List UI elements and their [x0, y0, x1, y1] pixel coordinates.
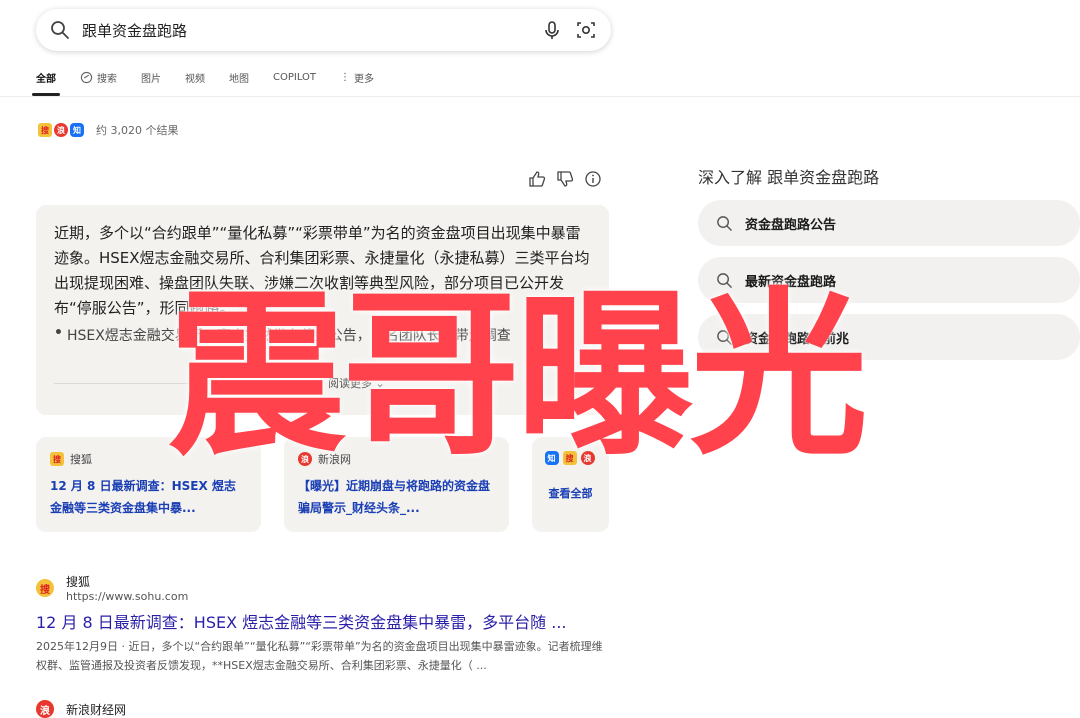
tab-all[interactable]: 全部	[32, 66, 60, 96]
tab-maps[interactable]: 地图	[229, 66, 249, 88]
related-search-item[interactable]: 资金盘跑路的前兆	[698, 314, 1080, 360]
sohu-icon: 搜	[38, 123, 52, 137]
sohu-favicon: 搜	[36, 579, 54, 597]
sina-favicon: 浪	[36, 700, 54, 718]
read-more-label: 阅读更多	[328, 377, 372, 390]
citation-badge[interactable]: 搜狐	[238, 300, 271, 317]
related-search-label: 资金盘跑路公告	[745, 217, 837, 233]
tab-label: 更多	[354, 73, 375, 85]
more-vertical-icon: ⋮	[340, 71, 351, 83]
related-search-item[interactable]: 最新资金盘跑路	[698, 257, 1080, 303]
related-search-item[interactable]: 资金盘跑路公告	[698, 200, 1080, 246]
tab-label: COPILOT	[273, 71, 317, 83]
sina-icon: 浪	[580, 451, 595, 465]
source-site: 新浪网	[318, 453, 351, 466]
read-more-button[interactable]: 阅读更多 ⌄	[328, 375, 385, 391]
chevron-down-icon: ⌄	[375, 377, 385, 390]
ai-bullet-text: HSEX煜志金融交易所：官方突然发布停盘公告，多名团队长被带走调查	[66, 328, 511, 344]
tab-label: 图片	[141, 73, 161, 85]
result-site: 新浪财经网	[66, 702, 127, 717]
source-title: 【曝光】近期崩盘与将跑路的资金盘骗局警示_财经头条_...	[298, 479, 491, 515]
divider	[54, 383, 314, 384]
see-all-card[interactable]: 知 搜 浪 查看全部	[532, 437, 609, 532]
source-card[interactable]: 浪新浪网 【曝光】近期崩盘与将跑路的资金盘骗局警示_财经头条_...	[284, 437, 509, 532]
bullet-dot-icon: •	[54, 325, 63, 341]
related-search-label: 资金盘跑路的前兆	[745, 331, 850, 347]
zhihu-icon: 知	[70, 123, 84, 137]
result-site: 搜狐	[66, 575, 91, 589]
source-card[interactable]: 搜搜狐 12 月 8 日最新调查：HSEX 煜志金融等三类资金盘集中暴...	[36, 437, 261, 532]
tab-divider	[0, 96, 1080, 97]
sohu-icon: 搜	[50, 452, 64, 466]
tab-more[interactable]: ⋮ 更多	[340, 66, 374, 88]
tab-label: 地图	[229, 73, 249, 85]
zhihu-icon: 知	[544, 451, 559, 465]
tab-copilot[interactable]: COPILOT	[273, 66, 316, 88]
tab-label: 视频	[185, 73, 205, 85]
info-icon[interactable]	[584, 170, 602, 188]
ai-paragraph: 近期，多个以“合约跟单”“量化私募”“彩票带单”为名的资金盘项目出现集中暴雷迹象…	[54, 224, 590, 317]
microphone-icon[interactable]	[541, 19, 563, 41]
tab-search[interactable]: 搜索	[80, 66, 117, 88]
visual-search-icon[interactable]	[575, 19, 597, 41]
result-title-link[interactable]: 12 月 8 日最新调查：HSEX 煜志金融等三类资金盘集中暴雷，多平台随 ..…	[36, 609, 611, 633]
see-all-label: 查看全部	[548, 487, 593, 500]
search-icon	[717, 272, 732, 288]
ai-feedback	[528, 170, 602, 188]
sina-icon: 浪	[54, 123, 68, 137]
results-summary: 搜 浪 知 约 3,020 个结果	[38, 122, 178, 138]
ai-bullet: • HSEX煜志金融交易所：官方突然发布停盘公告，多名团队长被带走调查	[54, 325, 591, 345]
tab-videos[interactable]: 视频	[185, 66, 205, 88]
search-input[interactable]	[82, 21, 529, 39]
search-icon	[51, 21, 69, 39]
source-site: 搜狐	[70, 453, 92, 466]
result-count: 约 3,020 个结果	[96, 124, 179, 137]
tab-label: 全部	[36, 73, 56, 85]
search-icon	[717, 329, 732, 345]
copilot-chat-icon	[80, 71, 93, 84]
ai-answer-card: 近期，多个以“合约跟单”“量化私募”“彩票带单”为名的资金盘项目出现集中暴雷迹象…	[36, 205, 609, 415]
result-snippet: 2025年12月9日 · 近日，多个以“合约跟单”“量化私募”“彩票带单”为名的…	[36, 640, 603, 672]
source-title: 12 月 8 日最新调查：HSEX 煜志金融等三类资金盘集中暴...	[50, 479, 236, 515]
search-result: 搜 搜狐 https://www.sohu.com 12 月 8 日最新调查：H…	[36, 573, 611, 675]
search-icon	[717, 215, 732, 231]
search-tabs: 全部 搜索 图片 视频 地图 COPILOT ⋮ 更多	[32, 66, 398, 96]
ai-answer-text: 近期，多个以“合约跟单”“量化私募”“彩票带单”为名的资金盘项目出现集中暴雷迹象…	[54, 221, 591, 321]
sina-icon: 浪	[298, 452, 312, 466]
result-url[interactable]: https://www.sohu.com	[66, 590, 188, 603]
search-result: 浪 新浪财经网	[36, 700, 126, 718]
sohu-icon: 搜	[562, 451, 577, 465]
related-search-label: 最新资金盘跑路	[745, 274, 837, 290]
search-box[interactable]	[36, 9, 611, 51]
thumbs-down-icon[interactable]	[556, 170, 574, 188]
related-searches-title: 深入了解 跟单资金盘跑路	[698, 168, 880, 187]
thumbs-up-icon[interactable]	[528, 170, 546, 188]
tab-images[interactable]: 图片	[141, 66, 161, 88]
tab-label: 搜索	[97, 73, 117, 85]
